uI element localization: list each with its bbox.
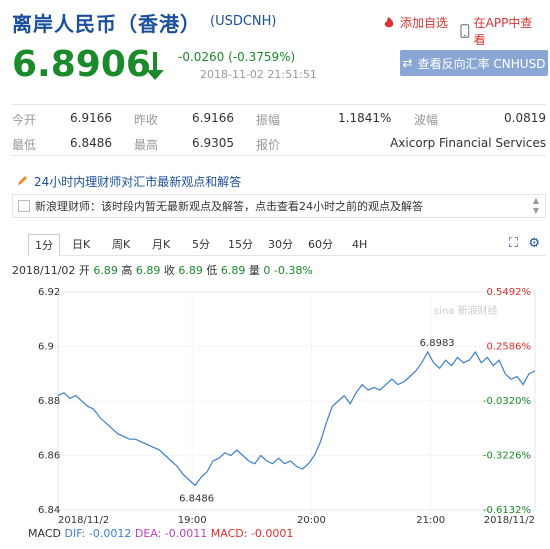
quoter-value: Axicorp Financial Services bbox=[390, 136, 546, 150]
x-axis: 2018/11/2 19:00 20:00 21:00 2018/11/2 bbox=[58, 515, 535, 526]
macd-legend: MACD DIF: -0.0012 DEA: -0.0011 MACD: -0.… bbox=[28, 527, 293, 540]
ohlc-low-label: 低 bbox=[206, 264, 218, 277]
add-favorite-button[interactable]: 添加自选 bbox=[382, 14, 448, 31]
page-title: 离岸人民币（香港） bbox=[12, 12, 201, 36]
chart-watermark: sina 新浪财经 bbox=[434, 304, 498, 317]
current-price: 6.8906 bbox=[12, 44, 151, 85]
ohlc-info: 2018/11/02 开 6.89 高 6.89 收 6.89 低 6.89 量… bbox=[12, 262, 313, 278]
x-tick-label: 2018/11/2 bbox=[484, 515, 535, 526]
open-label: 今开 bbox=[12, 113, 37, 127]
swap-icon: ⇄ bbox=[402, 56, 413, 70]
x-tick-label: 2018/11/2 bbox=[58, 515, 109, 526]
macd-dif: DIF: -0.0012 bbox=[64, 527, 132, 540]
percent-axis: 0.5492%0.2586%-0.0320%-0.3226%-0.6132% bbox=[483, 287, 531, 516]
ohlc-high: 6.89 bbox=[135, 264, 161, 277]
high-label: 最高 bbox=[134, 138, 159, 152]
ohlc-volume-label: 量 bbox=[248, 264, 260, 277]
phone-icon bbox=[460, 24, 470, 38]
symbol-code: (USDCNH) bbox=[210, 14, 277, 29]
macd-dea: DEA: -0.0011 bbox=[134, 527, 208, 540]
intraday-chart[interactable]: 6.92 6.9 6.88 6.86 6.84 0.5492% 0.2586% -0.032… bbox=[0, 278, 550, 528]
down-arrow-icon bbox=[146, 52, 164, 80]
ohlc-low: 6.89 bbox=[220, 264, 246, 277]
percent-tick-label: -0.0320% bbox=[483, 396, 531, 407]
news-title-label: 24小时内理财师对汇市最新观点和解答 bbox=[34, 174, 242, 189]
open-in-app-label: 在APP中查看 bbox=[473, 16, 533, 47]
ohlc-open-label: 开 bbox=[78, 264, 90, 277]
macd-label: MACD bbox=[28, 527, 61, 540]
ohlc-pct: -0.38% bbox=[273, 264, 313, 277]
news-section: 24小时内理财师对汇市最新观点和解答 新浪理财师：该时段内暂无最新观点及解答，点… bbox=[12, 170, 546, 218]
open-value: 6.9166 bbox=[70, 111, 112, 125]
amplitude-label: 振幅 bbox=[256, 113, 281, 127]
stats-table: 今开 6.9166 昨收 6.9166 振幅 1.1841% 波幅 0.0819… bbox=[12, 104, 546, 156]
ohlc-close-label: 收 bbox=[163, 264, 175, 277]
y-tick-label: 6.86 bbox=[38, 451, 60, 462]
tab-4h[interactable]: 4H bbox=[346, 234, 373, 256]
quote-time: 2018-11-02 21:51:51 bbox=[200, 68, 317, 81]
settings-icon[interactable]: ⚙ bbox=[528, 236, 540, 251]
y-tick-label: 6.92 bbox=[38, 287, 60, 298]
x-tick-label: 20:00 bbox=[297, 515, 326, 526]
tab-5min[interactable]: 5分 bbox=[186, 234, 216, 256]
reverse-rate-label: 查看反向汇率 CNHUSD bbox=[417, 56, 546, 71]
news-scroll-arrows[interactable]: ▲ ▼ bbox=[533, 196, 539, 216]
tab-15min[interactable]: 15分 bbox=[222, 234, 259, 256]
y-axis: 6.92 6.9 6.88 6.86 6.84 bbox=[38, 287, 60, 516]
high-value: 6.9305 bbox=[192, 136, 234, 150]
tab-weekly-k[interactable]: 周K bbox=[106, 234, 136, 256]
period-tabs: 1分 日K 周K 月K 5分 15分 30分 60分 4H ⛶ ⚙ bbox=[28, 234, 546, 256]
ohlc-volume: 0 bbox=[263, 264, 271, 277]
y-tick-label: 6.88 bbox=[38, 396, 60, 407]
x-tick-label: 21:00 bbox=[416, 515, 445, 526]
reverse-rate-button[interactable]: ⇄ 查看反向汇率 CNHUSD bbox=[400, 50, 548, 76]
news-title[interactable]: 24小时内理财师对汇市最新观点和解答 bbox=[12, 170, 546, 192]
prev-close-label: 昨收 bbox=[134, 113, 159, 127]
price-change: -0.0260 (-0.3759%) bbox=[178, 50, 296, 64]
low-label: 最低 bbox=[12, 138, 37, 152]
tab-30min[interactable]: 30分 bbox=[262, 234, 299, 256]
tab-monthly-k[interactable]: 月K bbox=[146, 234, 176, 256]
percent-tick-label: -0.3226% bbox=[483, 451, 531, 462]
y-tick-label: 6.84 bbox=[38, 505, 60, 516]
add-favorite-label: 添加自选 bbox=[400, 16, 449, 30]
percent-tick-label: 0.2586% bbox=[487, 342, 532, 353]
ohlc-high-label: 高 bbox=[121, 264, 133, 277]
amplitude-value: 1.1841% bbox=[338, 111, 392, 125]
low-annotation: 6.8486 bbox=[179, 493, 214, 504]
wave-label: 波幅 bbox=[414, 113, 439, 127]
ohlc-open: 6.89 bbox=[93, 264, 118, 277]
y-tick-label: 6.9 bbox=[38, 342, 54, 353]
low-value: 6.8486 bbox=[70, 136, 112, 150]
wave-value: 0.0819 bbox=[504, 111, 546, 125]
tab-daily-k[interactable]: 日K bbox=[66, 234, 96, 256]
header: 离岸人民币（香港） (USDCNH) 添加自选 在APP中查看 bbox=[12, 8, 542, 47]
high-annotation: 6.8983 bbox=[420, 338, 455, 349]
quoter-label: 报价 bbox=[256, 138, 281, 152]
tab-1min[interactable]: 1分 bbox=[28, 234, 60, 256]
open-in-app-button[interactable]: 在APP中查看 bbox=[460, 14, 542, 48]
x-tick-label: 19:00 bbox=[178, 515, 207, 526]
news-item[interactable]: 新浪理财师：该时段内暂无最新观点及解答，点击查看24小时之前的观点及解答 ▲ ▼ bbox=[12, 194, 546, 218]
fire-icon bbox=[384, 16, 394, 27]
chart-grid bbox=[57, 291, 536, 511]
ohlc-date: 2018/11/02 bbox=[12, 264, 76, 277]
fullscreen-icon[interactable]: ⛶ bbox=[509, 236, 518, 251]
ohlc-close: 6.89 bbox=[178, 264, 203, 277]
price-line bbox=[57, 350, 536, 487]
macd-value: MACD: -0.0001 bbox=[210, 527, 294, 540]
tab-60min[interactable]: 60分 bbox=[302, 234, 339, 256]
avatar bbox=[18, 200, 30, 212]
price-row: 6.8906 -0.0260 (-0.3759%) 2018-11-02 21:… bbox=[12, 44, 548, 90]
prev-close-value: 6.9166 bbox=[192, 111, 234, 125]
pen-icon bbox=[18, 176, 27, 185]
percent-tick-label: 0.5492% bbox=[487, 287, 532, 298]
news-text: 新浪理财师：该时段内暂无最新观点及解答，点击查看24小时之前的观点及解答 bbox=[35, 200, 423, 213]
